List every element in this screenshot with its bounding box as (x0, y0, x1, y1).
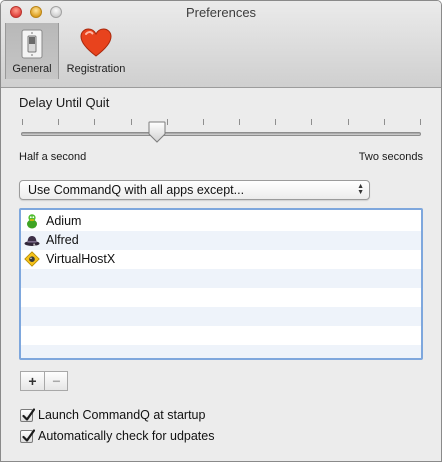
launch-at-startup-checkbox[interactable] (20, 408, 35, 422)
list-row-empty (21, 307, 421, 326)
title-bar: Preferences General Registration (1, 1, 441, 88)
slider-tick (58, 119, 59, 125)
list-item[interactable]: Alfred (21, 231, 421, 250)
slider-tick (167, 119, 168, 125)
list-row-empty (21, 326, 421, 345)
delay-label: Delay Until Quit (19, 95, 110, 110)
light-switch-icon (17, 28, 47, 65)
slider-tick (94, 119, 95, 125)
add-app-button[interactable]: + (21, 372, 45, 390)
toolbar-tab-registration[interactable]: Registration (61, 23, 131, 79)
delay-slider-knob[interactable] (148, 121, 166, 143)
list-row-empty (21, 269, 421, 288)
list-row-empty (21, 345, 421, 358)
up-down-arrows-icon: ▲ ▼ (357, 183, 364, 196)
list-row-empty (21, 288, 421, 307)
checkmark-icon (22, 429, 35, 442)
slider-tick (348, 119, 349, 125)
slider-tick (22, 119, 23, 125)
heart-icon (80, 28, 112, 63)
slider-min-label: Half a second (19, 151, 87, 163)
preferences-window: Preferences General Registration Delay U… (0, 0, 442, 462)
remove-app-button[interactable]: − (45, 372, 68, 390)
auto-check-updates-checkbox[interactable] (20, 429, 35, 443)
app-name: Alfred (46, 233, 79, 247)
adium-duck-icon (24, 213, 40, 229)
slider-tick (131, 119, 132, 125)
alfred-hat-icon (24, 232, 40, 248)
slider-tick (420, 119, 421, 125)
checkmark-icon (22, 408, 35, 421)
list-edit-buttons: + − (20, 371, 68, 391)
slider-tick (311, 119, 312, 125)
slider-max-label: Two seconds (358, 151, 423, 163)
toolbar-tab-general[interactable]: General (5, 23, 59, 79)
slider-tick (275, 119, 276, 125)
delay-slider-track[interactable] (21, 132, 421, 136)
mode-select-value: Use CommandQ with all apps except... (28, 183, 245, 197)
app-exception-list[interactable]: Adium Alfred VirtualHostX (19, 208, 423, 360)
toolbar-tab-label: General (12, 63, 52, 75)
slider-tick (239, 119, 240, 125)
virtualhostx-icon (24, 251, 40, 267)
auto-check-updates-label: Automatically check for udpates (38, 429, 215, 443)
general-pane: Delay Until Quit Half a second Two secon… (1, 88, 441, 461)
slider-tick (203, 119, 204, 125)
window-title: Preferences (185, 5, 257, 20)
slider-tick (384, 119, 385, 125)
app-name: Adium (46, 214, 82, 228)
launch-at-startup-label: Launch CommandQ at startup (38, 408, 206, 422)
app-name: VirtualHostX (46, 252, 116, 266)
list-item[interactable]: Adium (21, 212, 421, 231)
mode-select[interactable]: Use CommandQ with all apps except... ▲ ▼ (19, 180, 370, 200)
list-item[interactable]: VirtualHostX (21, 250, 421, 269)
toolbar-tab-label: Registration (66, 63, 126, 75)
